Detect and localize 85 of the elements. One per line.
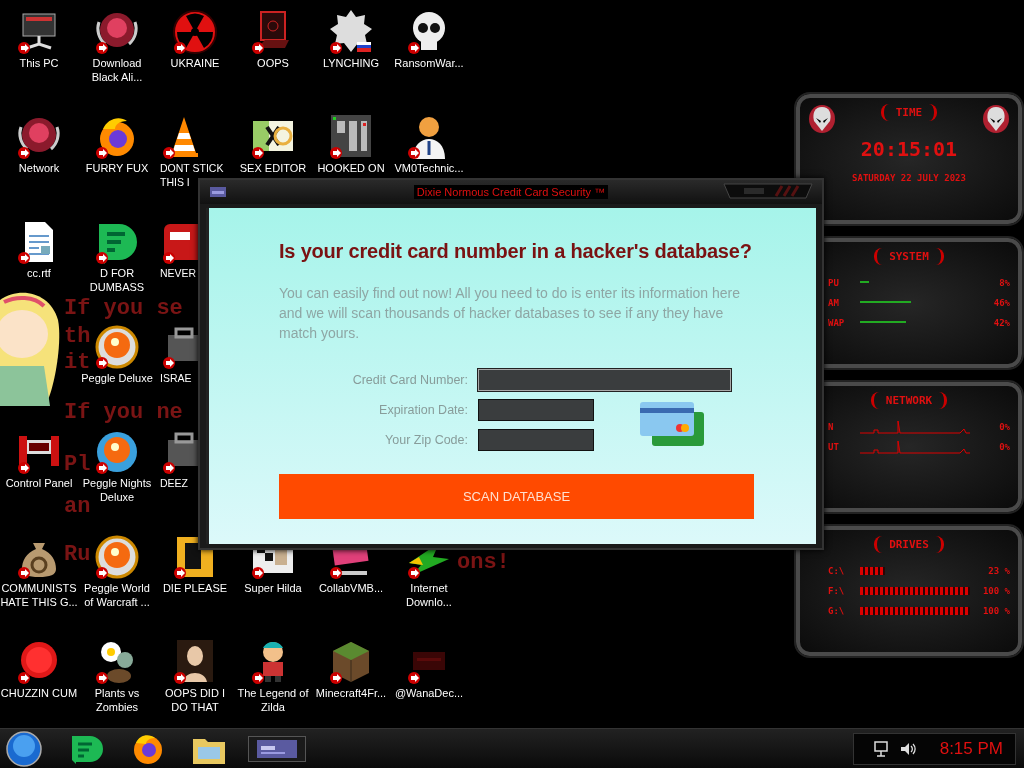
reading-text: 0% [999, 442, 1010, 452]
row-label: C:\ [828, 566, 846, 576]
icon-label: D FOR DUMBASS [88, 266, 146, 294]
reading-text: 8% [999, 278, 1010, 288]
intro-paragraph: You can easily find out now! All you need to do is enter its information here and we will scan thousands of hacker databases to see if any they have match yours. [279, 284, 741, 343]
network-icon[interactable] [873, 740, 890, 757]
drive-usage-chevrons [860, 567, 886, 575]
icon-label: Super Hilda [244, 581, 302, 595]
input-field[interactable] [478, 429, 594, 451]
icon-label: @WanaDec... [394, 686, 464, 700]
field-label: Expiration Date: [378, 403, 468, 417]
window-title: Dixie Normous Credit Card Security ™ [413, 185, 609, 199]
row-label: F:\ [828, 586, 846, 596]
row-label: N [828, 422, 835, 432]
clock-text: 20:15:01 [860, 137, 958, 161]
wallpaper-text: it [64, 352, 91, 374]
taskbar-clock[interactable]: 8:15 PM [939, 738, 1003, 759]
field-label: Credit Card Number: [351, 373, 468, 387]
icon-label: ISRAE [160, 371, 192, 385]
date-text: SATURDAY 22 JULY 2023 [852, 173, 966, 183]
icon-label: UKRAINE [170, 56, 220, 70]
wallpaper-text: If you ne [64, 402, 183, 424]
row-label: UT [828, 442, 840, 452]
icon-label: Minecraft4Fr... [315, 686, 387, 700]
icon-label: LYNCHING [323, 56, 379, 70]
wallpaper-text: Ru [64, 544, 91, 566]
icon-label: HOOKED ON [317, 161, 385, 175]
field-label: Your Zip Code: [384, 433, 468, 447]
alien-head-icon [982, 104, 1010, 134]
flame-globe-icon[interactable] [132, 732, 164, 765]
icon-label: SEX EDITOR [239, 161, 307, 175]
icon-label: RansomWar... [394, 56, 464, 70]
wallpaper-text: If you se [64, 298, 183, 320]
window-icon [210, 187, 226, 197]
panel-header: SYSTEM [874, 248, 944, 265]
reading-text: 23 % [988, 566, 1010, 576]
icon-label: DEEZ [160, 476, 188, 490]
panel-header: NETWORK [870, 392, 948, 409]
icon-label: FURRY FUX [85, 161, 149, 175]
icon-label: Peggle World of Warcraft ... [83, 581, 151, 609]
scan-button[interactable]: SCAN DATABASE [279, 474, 754, 519]
app-icon[interactable] [70, 733, 104, 764]
input-field[interactable] [478, 369, 731, 391]
icon-label: Network [18, 161, 60, 175]
icon-label: OOPS DID I DO THAT [164, 686, 226, 714]
icon-label: Internet Downlo... [405, 581, 453, 609]
wallpaper-text: th [64, 326, 91, 348]
heading: Is your credit card number in a hacker's database? [279, 240, 753, 263]
icon-label: Download Black Ali... [90, 56, 144, 84]
icon-label: The Legend of Zilda [236, 686, 310, 714]
icon-label: Plants vs Zombies [93, 686, 141, 714]
icon-label: DIE PLEASE [162, 581, 228, 595]
panel-header: DRIVES [874, 536, 944, 553]
row-label: PU [828, 278, 840, 288]
usage-line [860, 301, 911, 303]
wallpaper-text: Pl [64, 454, 91, 476]
icon-label: CHUZZIN CUM [0, 686, 78, 700]
input-field[interactable] [478, 399, 594, 421]
window-icon[interactable] [257, 739, 297, 758]
icon-label: cc.rtf [27, 266, 51, 280]
usage-line [860, 321, 907, 323]
icon-label: Control Panel [5, 476, 73, 490]
wallpaper-text: ons! [457, 552, 510, 574]
icon-label: This PC [19, 56, 59, 70]
radiation-icon[interactable] [171, 8, 219, 56]
row-label: AM [828, 298, 840, 308]
icon-label: DONT STICK THIS I [160, 161, 225, 189]
icon-label: Peggle Deluxe [81, 371, 153, 385]
row-label: G:\ [828, 606, 846, 616]
icon-label: NEVER [160, 266, 197, 280]
row-label: WAP [828, 318, 846, 328]
reading-text: 42% [993, 318, 1010, 328]
reading-text: 100 % [982, 606, 1010, 616]
ball-icon[interactable] [93, 323, 141, 371]
reading-text: 46% [993, 298, 1010, 308]
alien-head-icon [808, 104, 836, 134]
reading-text: 0% [999, 422, 1010, 432]
icon-label: OOPS [257, 56, 289, 70]
icon-label: COMMUNISTS HATE THIS G... [0, 581, 78, 609]
icon-label: VM0Technic... [394, 161, 464, 175]
start-button[interactable] [6, 730, 42, 767]
reading-text: 100 % [982, 586, 1010, 596]
ball-icon[interactable] [93, 533, 141, 581]
panel-header: TIME [880, 104, 938, 121]
icon-label: CollabVMB... [318, 581, 384, 595]
